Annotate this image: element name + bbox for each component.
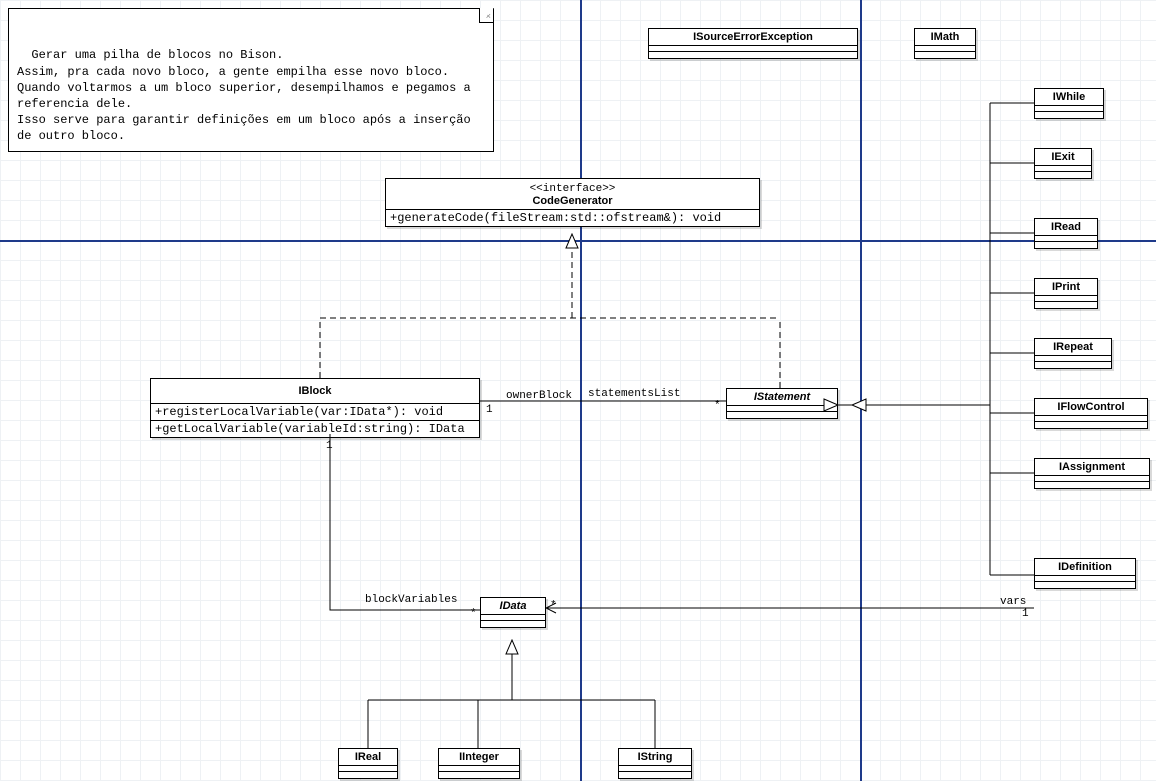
multiplicity: 1: [326, 440, 333, 452]
label-statementslist: statementsList: [588, 388, 680, 400]
empty-compartment: [1035, 582, 1135, 588]
class-ireal[interactable]: IReal: [338, 748, 398, 779]
empty-compartment: [1035, 112, 1103, 118]
note-text: Gerar uma pilha de blocos no Bison. Assi…: [17, 48, 478, 143]
empty-compartment: [439, 772, 519, 778]
operation: +getLocalVariable(variableId:string): ID…: [151, 421, 479, 437]
empty-compartment: [339, 772, 397, 778]
empty-compartment: [481, 621, 545, 627]
class-name: IDefinition: [1035, 559, 1135, 576]
class-name: IData: [481, 598, 545, 615]
class-name: IRepeat: [1035, 339, 1111, 356]
class-name: IReal: [339, 749, 397, 766]
class-isourceerrorexception[interactable]: ISourceErrorException: [648, 28, 858, 59]
class-name: IPrint: [1035, 279, 1097, 296]
class-codegenerator[interactable]: <<interface>> CodeGenerator +generateCod…: [385, 178, 760, 227]
class-name: IWhile: [1035, 89, 1103, 106]
empty-compartment: [1035, 242, 1097, 248]
multiplicity: 1: [1022, 608, 1029, 620]
class-name: IMath: [915, 29, 975, 46]
class-name: CodeGenerator: [386, 193, 759, 210]
class-imath[interactable]: IMath: [914, 28, 976, 59]
class-idefinition[interactable]: IDefinition: [1034, 558, 1136, 589]
guide-vertical-2: [860, 0, 862, 781]
empty-compartment: [649, 52, 857, 58]
close-icon: ×: [486, 11, 491, 23]
empty-compartment: [1035, 172, 1091, 178]
multiplicity: 1: [486, 404, 493, 416]
class-iblock[interactable]: IBlock +registerLocalVariable(var:IData*…: [150, 378, 480, 438]
guide-horizontal-1: [0, 240, 1156, 242]
class-iwhile[interactable]: IWhile: [1034, 88, 1104, 119]
class-iassignment[interactable]: IAssignment: [1034, 458, 1150, 489]
guide-vertical-1: [580, 0, 582, 781]
label-ownerblock: ownerBlock: [506, 390, 572, 402]
class-name: IRead: [1035, 219, 1097, 236]
class-name: IString: [619, 749, 691, 766]
operation: +registerLocalVariable(var:IData*): void: [151, 404, 479, 421]
multiplicity: *: [714, 400, 721, 412]
class-name: ISourceErrorException: [649, 29, 857, 46]
class-iflowcontrol[interactable]: IFlowControl: [1034, 398, 1148, 429]
label-blockvariables: blockVariables: [365, 594, 457, 606]
class-name: IBlock: [151, 379, 479, 404]
empty-compartment: [1035, 362, 1111, 368]
class-idata[interactable]: IData: [480, 597, 546, 628]
class-name: IExit: [1035, 149, 1091, 166]
multiplicity: *: [550, 600, 557, 612]
multiplicity: *: [470, 608, 477, 620]
class-name: IInteger: [439, 749, 519, 766]
class-name: IAssignment: [1035, 459, 1149, 476]
class-iinteger[interactable]: IInteger: [438, 748, 520, 779]
class-name: IFlowControl: [1035, 399, 1147, 416]
empty-compartment: [727, 412, 837, 418]
uml-note[interactable]: × Gerar uma pilha de blocos no Bison. As…: [8, 8, 494, 152]
class-iprint[interactable]: IPrint: [1034, 278, 1098, 309]
empty-compartment: [1035, 302, 1097, 308]
empty-compartment: [1035, 422, 1147, 428]
empty-compartment: [915, 52, 975, 58]
class-name: IStatement: [727, 389, 837, 406]
class-iread[interactable]: IRead: [1034, 218, 1098, 249]
class-iexit[interactable]: IExit: [1034, 148, 1092, 179]
operation: +generateCode(fileStream:std::ofstream&)…: [386, 210, 759, 226]
label-vars: vars: [1000, 596, 1026, 608]
class-istatement[interactable]: IStatement: [726, 388, 838, 419]
class-istring[interactable]: IString: [618, 748, 692, 779]
empty-compartment: [619, 772, 691, 778]
empty-compartment: [1035, 482, 1149, 488]
class-irepeat[interactable]: IRepeat: [1034, 338, 1112, 369]
